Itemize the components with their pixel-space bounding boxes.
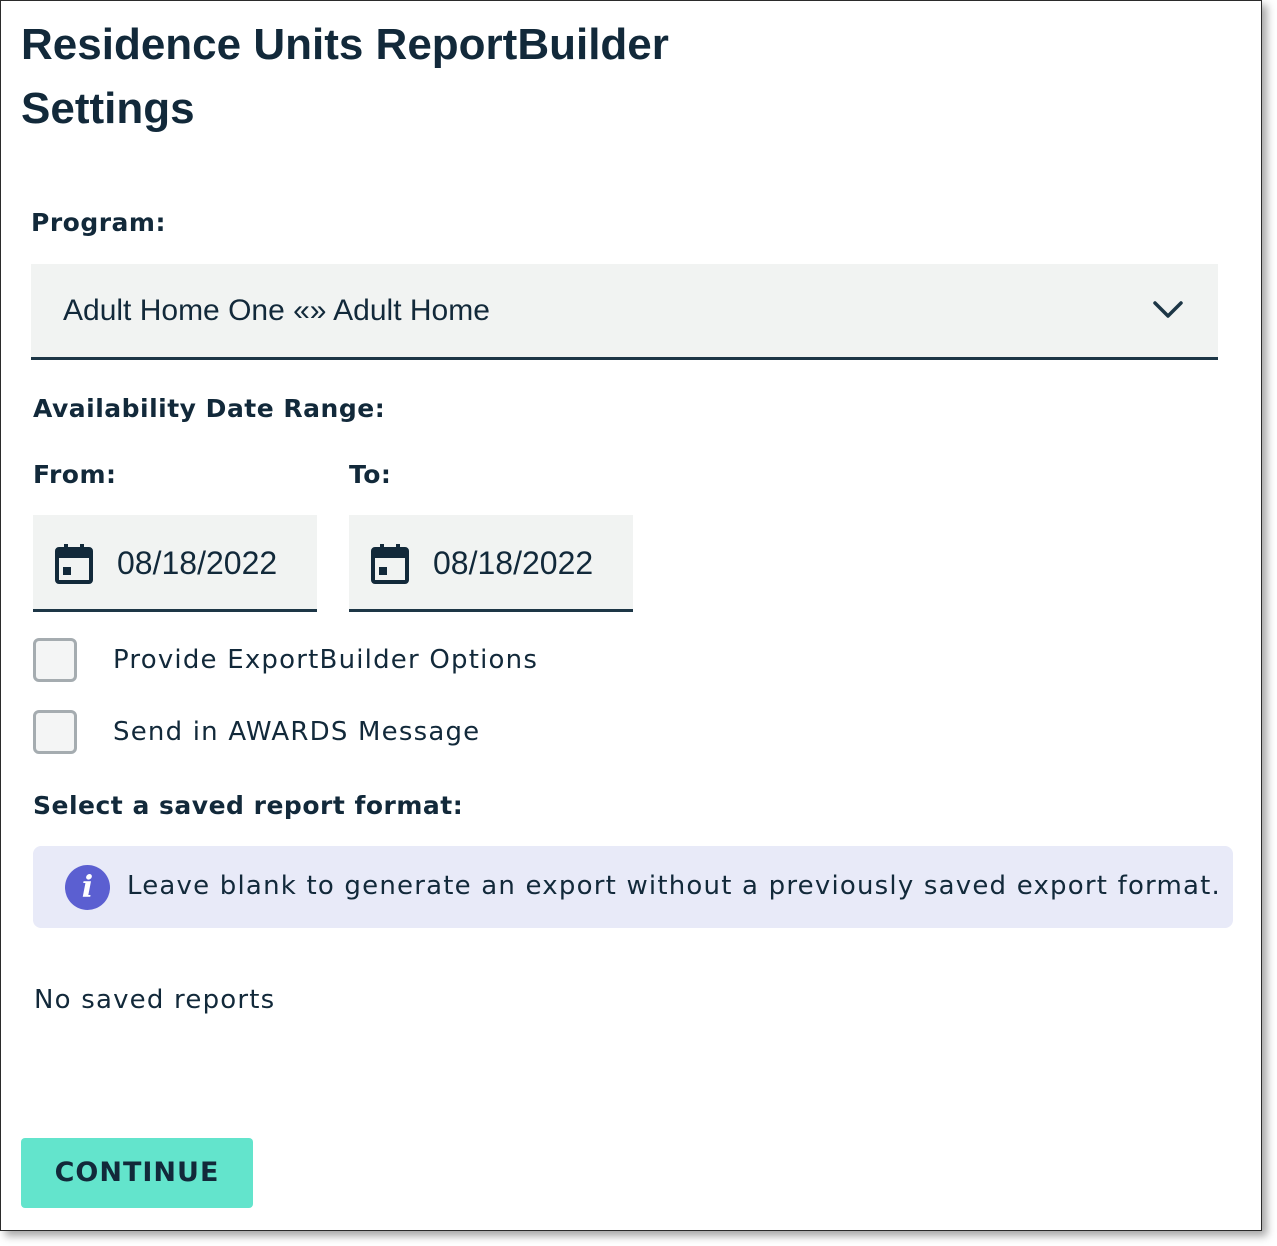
export-builder-checkbox[interactable]: [33, 638, 77, 682]
info-banner: i Leave blank to generate an export with…: [33, 846, 1233, 928]
program-select-value: Adult Home One «» Adult Home: [63, 294, 490, 327]
no-saved-reports-text: No saved reports: [34, 985, 276, 1015]
continue-button[interactable]: CONTINUE: [21, 1138, 253, 1208]
from-date-value: 08/18/2022: [117, 545, 278, 581]
from-label: From:: [33, 460, 117, 489]
settings-panel: Residence Units ReportBuilder Settings P…: [0, 0, 1262, 1231]
date-range-label: Availability Date Range:: [33, 394, 386, 423]
program-label: Program:: [31, 208, 166, 237]
calendar-icon: [371, 544, 409, 584]
awards-message-checkbox[interactable]: [33, 710, 77, 754]
export-builder-option[interactable]: Provide ExportBuilder Options: [33, 638, 538, 682]
from-date-input[interactable]: 08/18/2022: [33, 515, 317, 612]
awards-message-option[interactable]: Send in AWARDS Message: [33, 710, 480, 754]
page-title: Residence Units ReportBuilder Settings: [21, 20, 669, 133]
saved-format-label: Select a saved report format:: [33, 791, 464, 820]
program-select[interactable]: Adult Home One «» Adult Home: [31, 264, 1218, 360]
export-builder-label: Provide ExportBuilder Options: [113, 645, 539, 675]
calendar-icon: [55, 544, 93, 584]
info-icon: i: [65, 865, 110, 910]
awards-message-label: Send in AWARDS Message: [113, 717, 481, 747]
to-date-input[interactable]: 08/18/2022: [349, 515, 633, 612]
to-label: To:: [349, 460, 392, 489]
info-text: Leave blank to generate an export withou…: [127, 871, 1222, 901]
chevron-down-icon: [1153, 301, 1183, 318]
to-date-value: 08/18/2022: [433, 545, 594, 581]
